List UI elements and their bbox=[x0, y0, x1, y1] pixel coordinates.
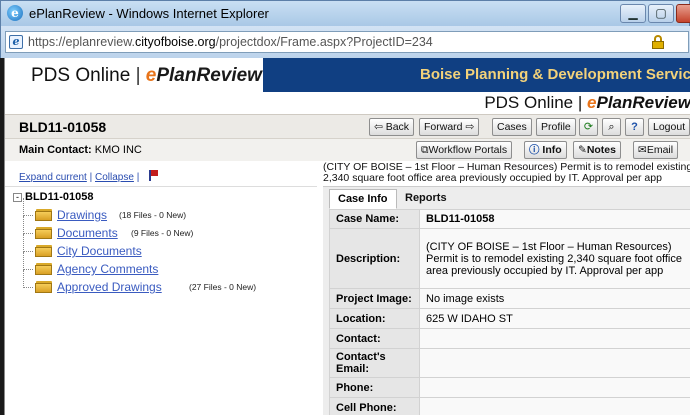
minimize-button[interactable]: ▁ bbox=[620, 4, 646, 23]
collapse-toggle-icon[interactable]: - bbox=[13, 193, 22, 202]
refresh-icon[interactable]: ⟳ bbox=[579, 118, 598, 136]
notes-button[interactable]: ✎Notes bbox=[573, 141, 621, 159]
table-row: Contact's Email: bbox=[329, 348, 690, 378]
tree-link[interactable]: City Documents bbox=[57, 244, 142, 258]
folder-icon bbox=[35, 263, 52, 275]
binoculars-icon[interactable]: ⌕ bbox=[602, 118, 621, 136]
table-row: Case Name: BLD11-01058 bbox=[329, 209, 690, 229]
folder-icon bbox=[35, 227, 52, 239]
secondary-logo: PDS Online | ePlanReview bbox=[484, 93, 690, 112]
sub-header: PDS Online | ePlanReview bbox=[263, 92, 690, 114]
case-description-banner: (CITY OF BOISE – 1st Floor – Human Resou… bbox=[323, 161, 690, 184]
folder-icon bbox=[35, 281, 52, 293]
case-toolbar-row: BLD11-01058 ⇦ Back Forward ⇨ Cases Profi… bbox=[5, 114, 690, 138]
logout-button[interactable]: Logout bbox=[648, 118, 690, 136]
tree-link[interactable]: Agency Comments bbox=[57, 262, 158, 276]
file-count: (27 Files - 0 New) bbox=[189, 282, 257, 292]
help-icon[interactable]: ? bbox=[625, 118, 644, 136]
email-button[interactable]: ✉Email bbox=[633, 141, 679, 159]
tree-link[interactable]: Approved Drawings bbox=[57, 280, 162, 294]
file-count: (18 Files - 0 New) bbox=[119, 210, 187, 220]
main-contact: Main Contact: KMO INC bbox=[19, 144, 142, 156]
page-icon: e bbox=[9, 35, 23, 49]
folder-icon bbox=[35, 245, 52, 257]
info-button[interactable]: ⓘ Info bbox=[524, 141, 567, 159]
tree-link[interactable]: Documents bbox=[57, 226, 118, 240]
folder-icon bbox=[35, 209, 52, 221]
maximize-button[interactable]: ▢ bbox=[648, 4, 674, 23]
case-info-table: Case Name: BLD11-01058 Description: (CITY … bbox=[329, 209, 690, 415]
contact-row: Main Contact: KMO INC ⧉Workflow Portals … bbox=[5, 138, 690, 161]
flag-icon[interactable] bbox=[148, 170, 159, 181]
tree-controls: Expand current | Collapse | bbox=[19, 170, 159, 183]
address-bar: e https://eplanreview.cityofboise.org/pr… bbox=[0, 26, 690, 58]
info-icon: ⓘ bbox=[529, 144, 540, 156]
case-title: BLD11-01058 bbox=[19, 119, 107, 135]
workflow-icon: ⧉ bbox=[421, 144, 429, 156]
close-button[interactable] bbox=[676, 4, 690, 23]
table-row: Phone: bbox=[329, 377, 690, 398]
email-icon: ✉ bbox=[638, 144, 647, 156]
ie-logo-icon: e bbox=[7, 5, 23, 21]
lock-icon[interactable] bbox=[652, 35, 664, 49]
forward-button[interactable]: Forward ⇨ bbox=[419, 118, 480, 136]
org-name: Boise Planning & Development Services bbox=[420, 66, 690, 83]
notes-icon: ✎ bbox=[578, 144, 587, 156]
table-row: Description: (CITY OF BOISE – 1st Floor –… bbox=[329, 228, 690, 289]
file-count: (9 Files - 0 New) bbox=[131, 228, 194, 238]
expand-current-link[interactable]: Expand current bbox=[19, 172, 87, 183]
collapse-link[interactable]: Collapse bbox=[95, 172, 134, 183]
table-row: Location: 625 W IDAHO ST bbox=[329, 308, 690, 329]
back-button[interactable]: ⇦ Back bbox=[369, 118, 415, 136]
page-viewport: PDS Online | ePlanReview Boise Planning … bbox=[4, 58, 690, 415]
url-field[interactable]: e https://eplanreview.cityofboise.org/pr… bbox=[5, 31, 689, 53]
table-row: Cell Phone: bbox=[329, 397, 690, 415]
profile-button[interactable]: Profile bbox=[536, 118, 576, 136]
window-title: ePlanReview - Windows Internet Explorer bbox=[29, 6, 269, 21]
tab-case-info[interactable]: Case Info bbox=[329, 189, 397, 209]
site-logo: PDS Online | ePlanReview bbox=[31, 65, 262, 86]
tree-link[interactable]: Drawings bbox=[57, 208, 107, 222]
org-banner: Boise Planning & Development Services bbox=[263, 58, 690, 92]
folder-tree: - BLD11-01058 Drawings (18 Files - 0 New)… bbox=[5, 186, 317, 415]
tab-reports[interactable]: Reports bbox=[397, 189, 455, 209]
table-row: Project Image: No image exists bbox=[329, 288, 690, 309]
window-titlebar: e ePlanReview - Windows Internet Explore… bbox=[0, 0, 690, 26]
case-detail-panel: Case Info Reports Case Name: BLD11-01058 … bbox=[323, 186, 690, 415]
table-row: Contact: bbox=[329, 328, 690, 349]
cases-button[interactable]: Cases bbox=[492, 118, 532, 136]
url-text: https://eplanreview.cityofboise.org/proj… bbox=[28, 35, 433, 49]
workflow-portals-button[interactable]: ⧉Workflow Portals bbox=[416, 141, 513, 159]
site-header: PDS Online | ePlanReview Boise Planning … bbox=[5, 58, 690, 92]
